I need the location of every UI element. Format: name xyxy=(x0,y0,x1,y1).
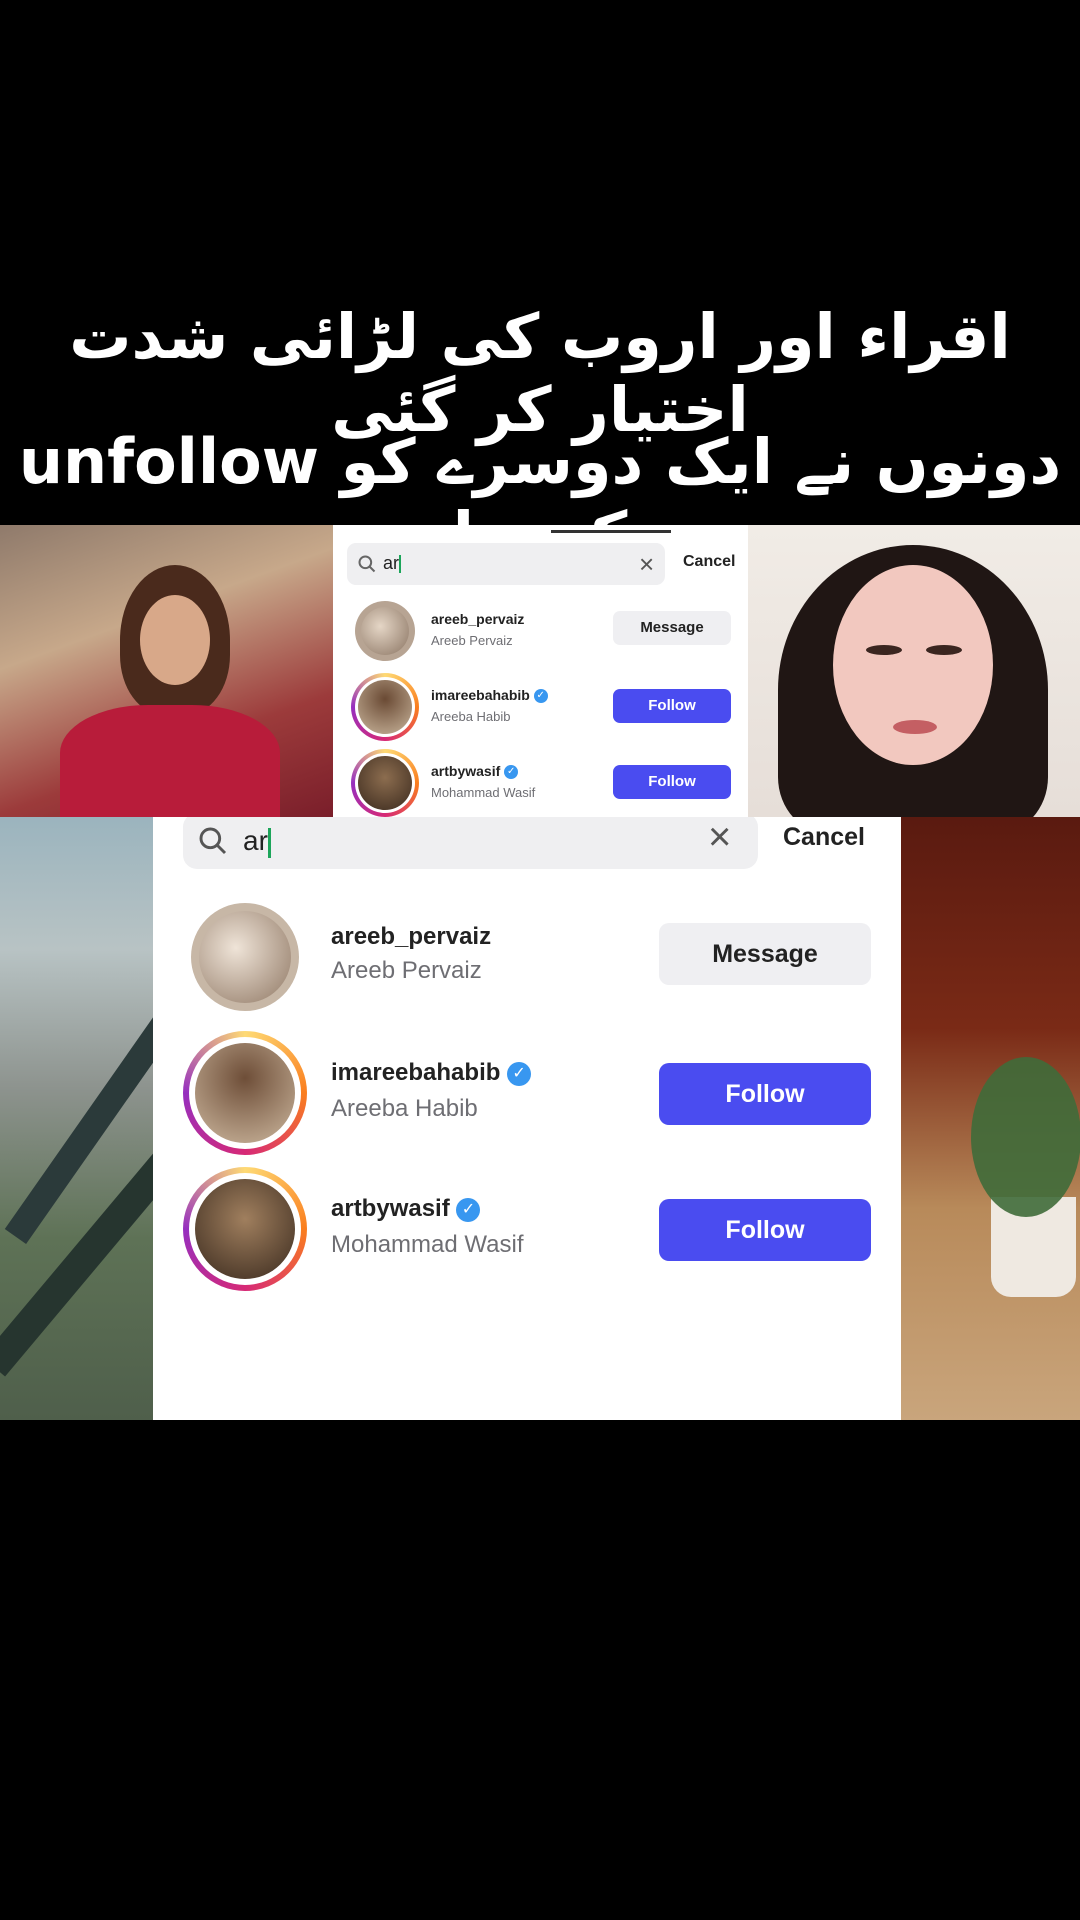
full-name: Mohammad Wasif xyxy=(331,1231,524,1258)
search-query-small: ar xyxy=(383,553,402,574)
right-interior-photo xyxy=(901,817,1080,1420)
full-name: Areeb Pervaiz xyxy=(431,633,513,648)
search-input[interactable]: ar × xyxy=(183,817,758,869)
follow-button[interactable]: Follow xyxy=(659,1063,871,1125)
cancel-button[interactable]: Cancel xyxy=(783,823,865,852)
search-query: ar xyxy=(243,825,271,858)
avatar xyxy=(183,1031,307,1155)
full-name: Mohammad Wasif xyxy=(431,785,536,800)
right-woman-photo xyxy=(748,525,1080,817)
username: artbywasif ✓ xyxy=(431,763,519,780)
search-icon xyxy=(358,555,376,573)
username: imareebahabib ✓ xyxy=(331,1059,532,1087)
verified-badge-icon: ✓ xyxy=(504,765,519,780)
avatar xyxy=(351,749,419,817)
username: imareebahabib ✓ xyxy=(431,687,548,704)
verified-badge-icon: ✓ xyxy=(456,1197,481,1222)
cancel-button-small[interactable]: Cancel xyxy=(683,553,735,571)
search-icon xyxy=(199,827,227,855)
message-button[interactable]: Message xyxy=(659,923,871,985)
follow-button[interactable]: Follow xyxy=(659,1199,871,1261)
follow-button[interactable]: Follow xyxy=(613,765,731,799)
verified-badge-icon: ✓ xyxy=(507,1061,532,1086)
result-row-small[interactable]: areeb_pervaiz Areeb Pervaiz Message xyxy=(333,595,748,667)
follow-button[interactable]: Follow xyxy=(613,689,731,723)
clear-icon[interactable]: × xyxy=(639,549,654,580)
left-city-photo xyxy=(0,817,153,1420)
full-name: Areeba Habib xyxy=(431,709,511,724)
full-name: Areeb Pervaiz xyxy=(331,957,482,984)
result-row-small[interactable]: imareebahabib ✓ Areeba Habib Follow xyxy=(333,669,748,741)
result-row[interactable]: imareebahabib ✓ Areeba Habib Follow xyxy=(153,1027,901,1157)
avatar xyxy=(183,1167,307,1291)
search-input-small[interactable]: ar × xyxy=(347,543,665,585)
username: areeb_pervaiz xyxy=(431,611,525,627)
clear-icon[interactable]: × xyxy=(708,817,731,860)
result-row[interactable]: areeb_pervaiz Areeb Pervaiz Message xyxy=(153,897,901,1021)
avatar xyxy=(355,601,415,661)
left-woman-photo xyxy=(0,525,333,817)
avatar xyxy=(351,673,419,741)
large-search-screenshot: ar × Cancel areeb_pervaiz Areeb Pervaiz … xyxy=(153,817,901,1420)
username: artbywasif ✓ xyxy=(331,1195,481,1223)
verified-badge-icon: ✓ xyxy=(533,689,548,704)
result-row[interactable]: artbywasif ✓ Mohammad Wasif Follow xyxy=(153,1163,901,1293)
message-button[interactable]: Message xyxy=(613,611,731,645)
full-name: Areeba Habib xyxy=(331,1095,478,1122)
avatar xyxy=(191,903,299,1011)
result-row-small[interactable]: artbywasif ✓ Mohammad Wasif Follow xyxy=(333,745,748,817)
username: areeb_pervaiz xyxy=(331,923,492,950)
small-search-screenshot: ar × Cancel areeb_pervaiz Areeb Pervaiz … xyxy=(333,525,748,817)
